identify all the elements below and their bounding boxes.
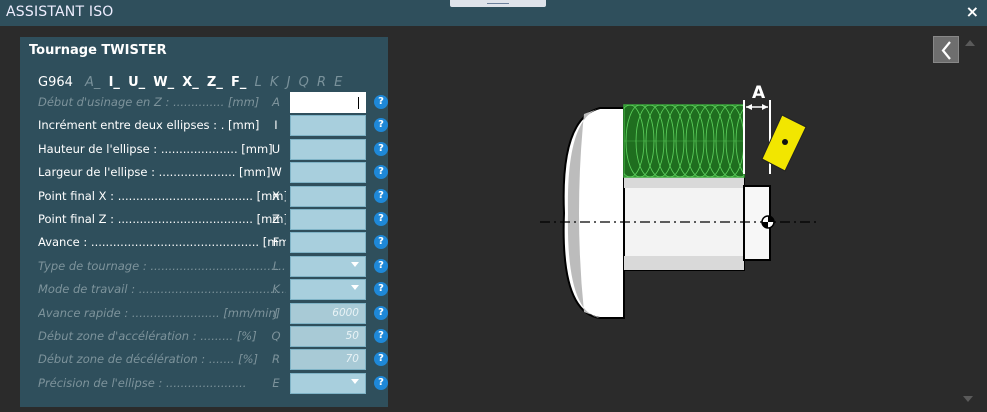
parameter-input[interactable] [290, 185, 366, 207]
parameter-letter: I [274, 118, 278, 133]
parameter-value: 6000 [332, 306, 359, 319]
gcode-param: X_ [182, 75, 199, 90]
parameter-row-r: Début zone de décélération : ....... [%]… [38, 349, 388, 371]
help-icon[interactable]: ? [374, 329, 388, 343]
chevron-down-icon [351, 261, 359, 267]
parameter-label: Largeur de l'ellipse : .................… [38, 165, 271, 180]
parameter-row-e: Précision de l'ellipse : ...............… [38, 372, 388, 394]
title-bar: ASSISTANT ISO × [0, 0, 987, 26]
window-title: ASSISTANT ISO [6, 4, 114, 20]
help-icon[interactable]: ? [374, 258, 388, 273]
parameter-label: Hauteur de l'ellipse : .................… [38, 141, 273, 156]
help-icon[interactable]: ? [374, 141, 388, 156]
parameter-row-u: Hauteur de l'ellipse : .................… [38, 138, 388, 160]
help-icon[interactable]: ? [374, 235, 388, 250]
parameter-label: Avance rapide : ........................… [38, 305, 281, 320]
parameter-letter: X [272, 188, 280, 203]
help-icon[interactable]: ? [374, 375, 388, 390]
gcode-param: A_ [85, 75, 101, 90]
gcode-preview: G964 A_ I_ U_ W_ X_ Z_ F_ L K J Q R E [38, 75, 346, 93]
back-button[interactable] [933, 36, 959, 63]
gcode-param: Q [298, 75, 309, 90]
help-icon[interactable]: ? [374, 95, 388, 109]
parameter-value: 70 [345, 353, 359, 366]
parameter-input[interactable]: 70 [290, 349, 366, 371]
twister-turning-diagram: A [540, 78, 830, 340]
parameter-dropdown[interactable] [290, 372, 366, 394]
gcode-param: R [316, 75, 326, 90]
parameter-letter: Z [272, 212, 280, 226]
parameter-label: Début zone d'accélération : ......... [%… [38, 329, 257, 343]
parameter-row-k: Mode de travail : ......................… [38, 279, 388, 301]
gcode-param: U_ [128, 75, 146, 90]
help-icon[interactable]: ? [374, 212, 388, 226]
parameter-row-l: Type de tournage : .....................… [38, 255, 388, 277]
parameter-input[interactable] [290, 115, 366, 137]
gcode-param: E [334, 75, 343, 90]
parameter-row-a: Début d'usinage en Z : .............. [m… [38, 92, 388, 113]
parameter-label: Avance : ...............................… [38, 235, 286, 250]
chevron-down-icon [351, 285, 359, 291]
parameter-letter: J [274, 305, 278, 320]
close-icon[interactable]: × [966, 2, 979, 21]
gcode-param: I_ [108, 75, 120, 90]
parameter-row-w: Largeur de l'ellipse : .................… [38, 162, 388, 184]
scroll-down-arrow[interactable] [963, 396, 973, 402]
parameter-dropdown[interactable] [290, 255, 366, 277]
parameter-label: Point final X : ........................… [38, 188, 286, 203]
help-icon[interactable]: ? [374, 188, 388, 203]
help-icon[interactable]: ? [374, 282, 388, 297]
parameter-label: Type de tournage : .....................… [38, 258, 286, 273]
parameter-row-x: Point final X : ........................… [38, 185, 388, 207]
parameter-input[interactable] [290, 92, 366, 113]
gcode-param: L [254, 75, 262, 90]
help-icon[interactable]: ? [374, 118, 388, 133]
parameter-value: 50 [345, 330, 359, 342]
parameter-letter: W [270, 165, 282, 180]
drag-handle[interactable] [450, 0, 546, 7]
parameter-row-i: Incrément entre deux ellipses : . [mm] I? [38, 115, 388, 137]
help-icon[interactable]: ? [374, 165, 388, 180]
help-icon[interactable]: ? [374, 352, 388, 367]
parameter-letter: K [272, 282, 280, 297]
gcode-param: Z_ [206, 75, 223, 90]
scroll-up-arrow[interactable] [965, 40, 975, 46]
panel-title: Tournage TWISTER [29, 43, 167, 58]
parameter-letter: L [272, 258, 280, 273]
parameter-input[interactable] [290, 209, 366, 230]
parameter-input[interactable]: 6000 [290, 302, 366, 324]
parameter-letter: Q [271, 329, 281, 343]
parameter-dropdown[interactable] [290, 279, 366, 301]
help-icon[interactable]: ? [374, 305, 388, 320]
gcode-param: K [269, 75, 279, 90]
chevron-down-icon [351, 378, 359, 384]
dimension-label: A [752, 83, 766, 103]
parameter-input[interactable] [290, 138, 366, 160]
parameter-label: Début d'usinage en Z : .............. [m… [38, 95, 260, 109]
chevron-left-icon [941, 41, 951, 60]
gcode-command: G964 [38, 75, 73, 90]
parameter-letter: F [272, 235, 280, 250]
parameter-row-q: Début zone d'accélération : ......... [%… [38, 326, 388, 347]
parameter-label: Mode de travail : ......................… [38, 282, 286, 297]
parameter-input[interactable] [290, 232, 366, 254]
gcode-param: F_ [231, 75, 247, 90]
parameter-letter: U [271, 141, 281, 156]
gcode-param: W_ [153, 75, 175, 90]
parameter-label: Début zone de décélération : ....... [%] [38, 352, 258, 367]
parameter-row-z: Point final Z : ........................… [38, 209, 388, 230]
parameter-letter: A [272, 95, 280, 109]
parameter-label: Précision de l'ellipse : ...............… [38, 375, 247, 390]
parameter-row-j: Avance rapide : ........................… [38, 302, 388, 324]
parameter-label: Incrément entre deux ellipses : . [mm] [38, 118, 260, 133]
parameter-letter: R [272, 352, 280, 367]
parameter-input[interactable] [290, 162, 366, 184]
parameter-input[interactable]: 50 [290, 326, 366, 347]
gcode-param: J [286, 75, 291, 90]
parameters-panel: Tournage TWISTER G964 A_ I_ U_ W_ X_ Z_ … [20, 37, 388, 407]
parameter-letter: E [272, 375, 280, 390]
parameter-label: Point final Z : ........................… [38, 212, 286, 226]
parameter-row-f: Avance : ...............................… [38, 232, 388, 254]
machining-illustration: A [540, 83, 820, 319]
